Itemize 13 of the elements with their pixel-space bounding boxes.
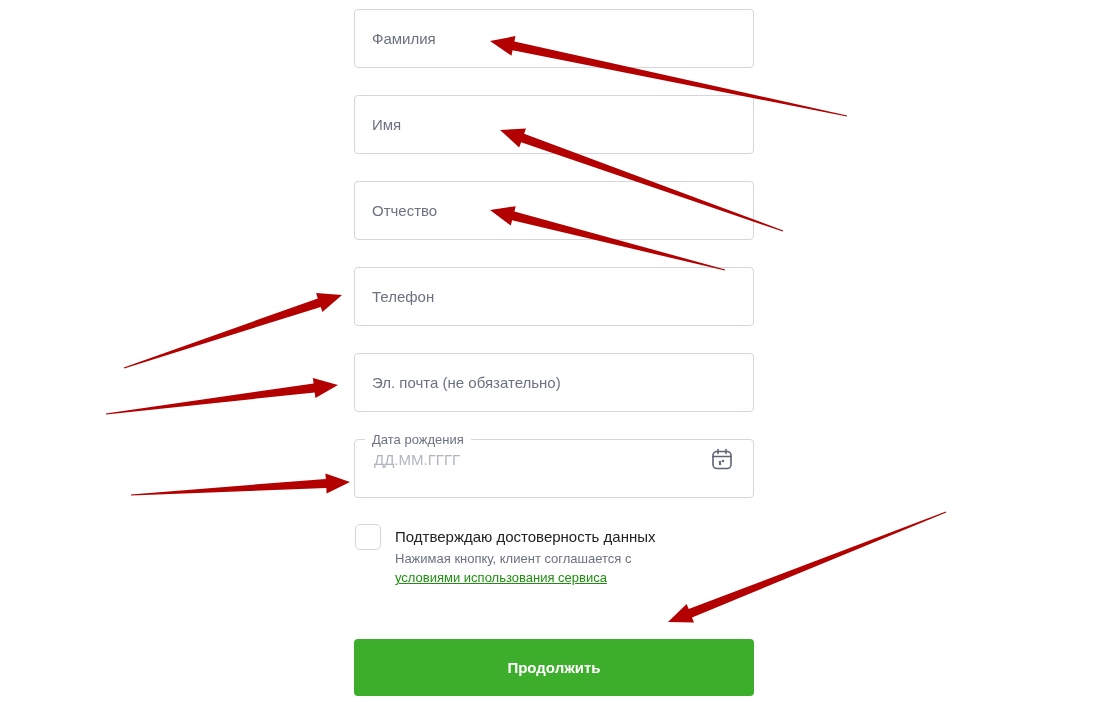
terms-note: Нажимая кнопку, клиент соглашается с условиями использования сервиса	[395, 550, 633, 587]
checkbox-label: Подтверждаю достоверность данных	[395, 528, 657, 545]
calendar-icon[interactable]	[710, 447, 734, 471]
text-field[interactable]: Эл. почта (не обязательно)	[354, 353, 754, 412]
field-label: Дата рождения	[371, 432, 465, 447]
checkbox[interactable]	[355, 524, 381, 550]
text-field[interactable]: Телефон	[354, 267, 754, 326]
text-field[interactable]: Имя	[354, 95, 754, 154]
terms-link[interactable]: условиями использования сервиса	[395, 570, 607, 585]
text-field[interactable]: Отчество	[354, 181, 754, 240]
date-field[interactable]: Дата рождения ДД.ММ.ГГГГ	[354, 432, 754, 498]
continue-button[interactable]: Продолжить	[354, 639, 754, 696]
text-field[interactable]: Фамилия	[354, 9, 754, 68]
